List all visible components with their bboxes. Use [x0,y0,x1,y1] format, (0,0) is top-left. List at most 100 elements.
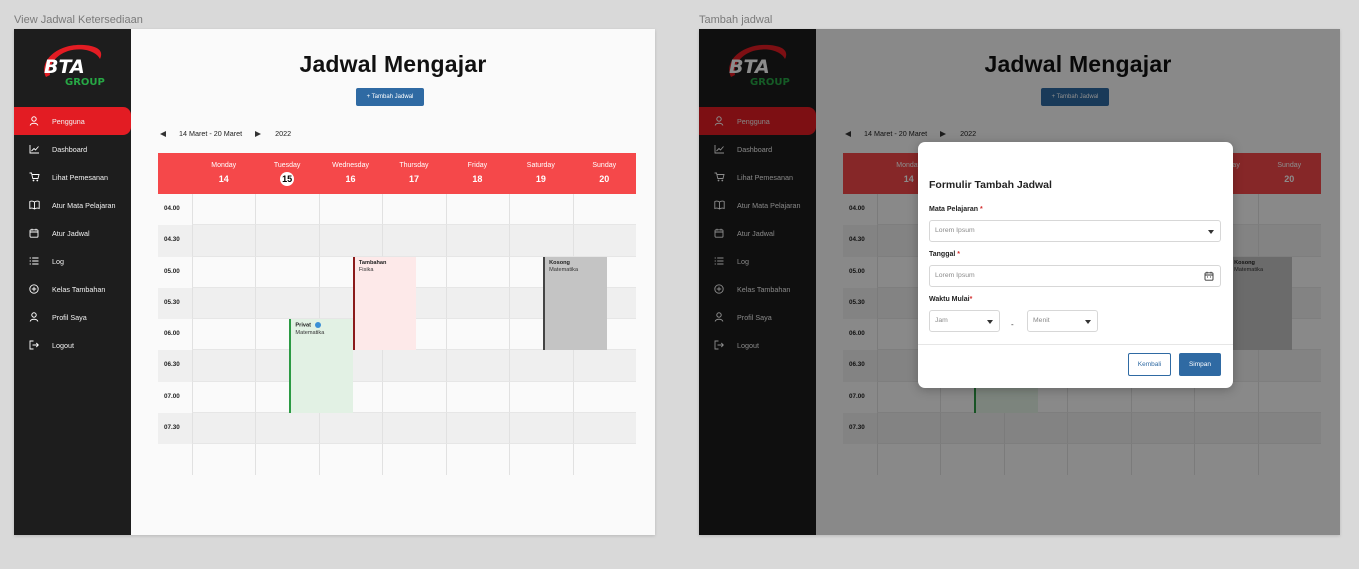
time-label: 05.30 [164,298,180,306]
next-week-icon[interactable] [255,130,262,137]
calendar-cell[interactable] [192,225,256,257]
bta-logo-icon: BTA GROUP [44,44,105,88]
logo-text-bottom: GROUP [65,77,105,88]
time-label-text: Waktu Mulai [929,296,970,303]
calendar-cell[interactable] [445,381,510,413]
calendar-cell[interactable] [192,381,256,413]
calendar-cell[interactable] [192,444,255,476]
add-schedule-button[interactable]: + Tambah Jadwal [356,88,424,106]
day-name: Friday [467,162,488,169]
chevron-down-icon [1208,230,1214,234]
calendar-cell[interactable] [509,444,572,476]
date-field[interactable]: Lorem Ipsum [929,265,1221,287]
calendar-cell[interactable] [255,256,319,288]
hour-select[interactable]: Jam [929,310,1000,332]
subject-select[interactable]: Lorem Ipsum [929,220,1221,242]
book-icon [28,199,40,211]
sidebar-item-label: Lihat Pemesanan [52,172,108,182]
sidebar-item-logout[interactable]: Logout [14,331,131,359]
sidebar-item-lihat-pemesanan[interactable]: Lihat Pemesanan [14,163,131,191]
calendar-cell[interactable] [509,350,573,382]
calendar-cell[interactable] [192,319,256,351]
day-header-thursday: Thursday 17 [382,153,445,194]
sidebar-item-atur-mata-pelajaran[interactable]: Atur Mata Pelajaran [14,191,131,219]
day-number: 17 [408,174,419,184]
calendar-cell[interactable] [509,412,573,444]
logout-icon [28,339,40,351]
calendar-cell[interactable] [192,287,256,319]
calendar-cell[interactable] [509,194,573,226]
calendar-cell[interactable] [445,194,510,226]
calendar-cell[interactable] [255,194,319,226]
calendar-cell[interactable] [192,350,256,382]
time-label: 04.30 [164,236,180,244]
calendar-cell[interactable] [192,412,256,444]
list-icon [28,255,40,267]
main-content: Jadwal Mengajar + Tambah Jadwal 14 Maret… [131,29,655,535]
minute-select[interactable]: Menit [1027,310,1098,332]
calendar-cell[interactable] [255,412,319,444]
calendar-cell[interactable] [445,444,509,476]
sidebar-item-kelas-tambahan[interactable]: Kelas Tambahan [14,275,131,303]
event-title: Kosong [549,259,570,266]
calendar-cell[interactable] [318,194,383,226]
calendar-cell[interactable] [572,225,636,257]
sidebar-item-profil-saya[interactable]: Profil Saya [14,303,131,331]
event-title: Privat [295,322,352,330]
calendar-cell[interactable] [445,287,510,319]
sidebar-item-label: Kelas Tambahan [52,284,106,294]
calendar-cell[interactable] [445,256,510,288]
calendar-grid: 04.00 04.30 05.00 05.30 06.00 06.30 07.00 07.30… [158,194,636,476]
calendar-cell[interactable] [318,444,382,476]
back-button[interactable]: Kembali [1128,353,1171,376]
calendar-cell[interactable] [572,412,636,444]
event-tambahan-fisika[interactable]: Tambahan Fisika [352,256,417,351]
calendar-cell[interactable] [445,319,510,351]
calendar-cell[interactable] [572,381,636,413]
calendar-cell[interactable] [382,225,446,257]
today-date: 15 [280,172,295,186]
chart-line-icon [28,143,40,155]
calendar-cell[interactable] [445,350,510,382]
calendar-cell[interactable] [192,256,256,288]
sidebar-item-log[interactable]: Log [14,247,131,275]
calendar-cell[interactable] [382,381,446,413]
time-column-header [158,153,192,194]
calendar-icon [28,227,40,239]
time-label: 07.00 [164,392,180,400]
screen-add-schedule: BTA GROUP Pengguna Dashboard Lihat Pemesan… [699,29,1340,535]
info-icon [314,322,321,328]
sidebar-item-dashboard[interactable]: Dashboard [14,135,131,163]
calendar-icon[interactable] [1204,271,1214,281]
calendar-cell[interactable] [509,381,573,413]
calendar-cell[interactable] [255,287,319,319]
year-label: 2022 [275,129,292,138]
calendar-cell[interactable] [572,194,636,226]
event-privat-matematika[interactable]: Privat Matematika [289,319,353,413]
sidebar-item-pengguna[interactable]: Pengguna [14,107,131,135]
calendar-cell[interactable] [382,444,445,476]
time-label: 04.00 [164,205,180,212]
save-button[interactable]: Simpan [1179,353,1221,376]
time-separator: - [1011,320,1014,329]
event-subject: Matematika [549,267,579,274]
sidebar-item-atur-jadwal[interactable]: Atur Jadwal [14,219,131,247]
calendar-cell[interactable] [572,444,636,476]
calendar-cell[interactable] [382,412,446,444]
chevron-down-icon [987,320,993,324]
calendar-cell[interactable] [192,194,256,226]
event-kosong-matematika[interactable]: Kosong Matematika [543,256,607,351]
calendar-cell[interactable] [445,225,510,257]
screen-view-schedule: BTA GROUP Pengguna Dashboard Lihat Pemesan… [14,29,655,535]
calendar-cell[interactable] [255,444,318,476]
calendar-cell[interactable] [572,350,636,382]
calendar-cell[interactable] [509,225,573,257]
calendar-cell[interactable] [382,194,446,226]
calendar-cell[interactable] [318,412,383,444]
calendar-cell[interactable] [382,350,446,382]
calendar-cell[interactable] [255,225,319,257]
calendar-cell[interactable] [445,412,510,444]
prev-week-icon[interactable] [160,130,166,137]
calendar-cell[interactable] [318,225,383,257]
sidebar: BTA GROUP Pengguna Dashboard Lihat Pemesan… [14,29,131,535]
